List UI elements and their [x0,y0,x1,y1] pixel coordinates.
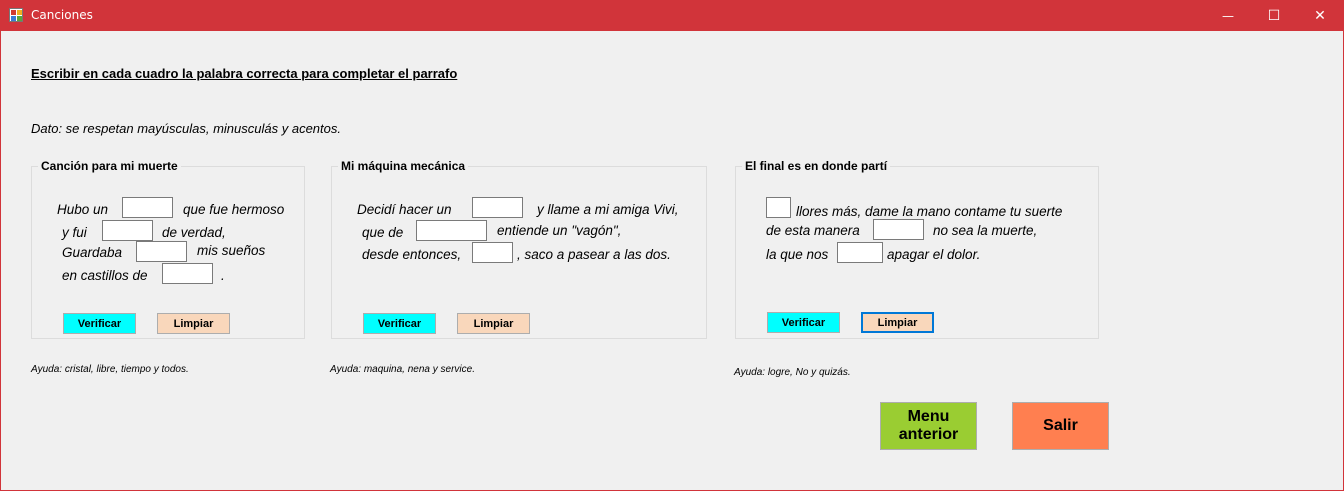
minimize-icon: — [1222,8,1234,23]
menu-anterior-button[interactable]: Menu anterior [880,402,977,450]
song2-line3-text-a: desde entonces, [362,247,462,262]
song1-line4-text-b: . [221,268,225,283]
dato-label: Dato: se respetan mayúsculas, minusculás… [31,121,341,136]
song1-help-label: Ayuda: cristal, libre, tiempo y todos. [31,364,189,375]
song3-line1-text-b: llores más, dame la mano contame tu suer… [796,204,1063,219]
song3-blank-2-input[interactable] [873,219,924,240]
song2-line2-text-b: entiende un "vagón", [497,223,622,238]
song2-verify-button[interactable]: Verificar [363,313,436,334]
song3-clear-button[interactable]: Limpiar [861,312,934,333]
song1-line2-text-a: y fui [62,225,87,240]
maximize-icon: ☐ [1267,7,1281,24]
window-title: Canciones [31,8,93,22]
song1-line2-text-b: de verdad, [162,225,226,240]
song3-verify-button[interactable]: Verificar [767,312,840,333]
group-title: Mi máquina mecánica [338,159,469,173]
song3-line3-text-b: apagar el dolor. [887,247,981,262]
song1-line1-text-a: Hubo un [57,202,109,217]
group-title: El final es en donde partí [742,159,891,173]
menu-anterior-label-line2: anterior [898,426,959,443]
song2-line2-text-a: que de [362,225,404,240]
instructions-label: Escribir en cada cuadro la palabra corre… [31,66,458,81]
song1-blank-1-input[interactable] [122,197,173,218]
song3-line2-text-a: de esta manera [766,223,860,238]
song1-clear-button[interactable]: Limpiar [157,313,230,334]
song2-blank-2-input[interactable] [416,220,487,241]
salir-button[interactable]: Salir [1012,402,1109,450]
group-title: Canción para mi muerte [38,159,181,173]
app-form-icon [9,8,23,22]
song2-clear-button[interactable]: Limpiar [457,313,530,334]
song3-help-label: Ayuda: logre, No y quizás. [734,367,851,378]
close-icon: ✕ [1314,7,1326,24]
song1-blank-3-input[interactable] [136,241,187,262]
title-bar[interactable]: Canciones — ☐ ✕ [0,0,1344,31]
song1-line3-text-b: mis sueños [197,243,266,258]
song1-blank-2-input[interactable] [102,220,153,241]
song3-line3-text-a: la que nos [766,247,829,262]
song3-blank-3-input[interactable] [837,242,883,263]
song2-line1-text-a: Decidí hacer un [357,202,452,217]
song2-line3-text-b: , saco a pasear a las dos. [517,247,671,262]
song2-line1-text-b: y llame a mi amiga Vivi, [537,202,679,217]
song3-line2-text-b: no sea la muerte, [933,223,1038,238]
maximize-button[interactable]: ☐ [1251,0,1297,31]
form-client-area: Escribir en cada cuadro la palabra corre… [1,31,1343,490]
menu-anterior-label-line1: Menu [907,408,950,425]
song1-line3-text-a: Guardaba [62,245,123,260]
close-button[interactable]: ✕ [1297,0,1343,31]
song1-verify-button[interactable]: Verificar [63,313,136,334]
song1-line4-text-a: en castillos de [62,268,148,283]
song1-line1-text-b: que fue hermoso [183,202,285,217]
song2-blank-1-input[interactable] [472,197,523,218]
minimize-button[interactable]: — [1205,0,1251,31]
song1-blank-4-input[interactable] [162,263,213,284]
song2-help-label: Ayuda: maquina, nena y service. [330,364,475,375]
song2-blank-3-input[interactable] [472,242,513,263]
song3-blank-1-input[interactable] [766,197,791,218]
